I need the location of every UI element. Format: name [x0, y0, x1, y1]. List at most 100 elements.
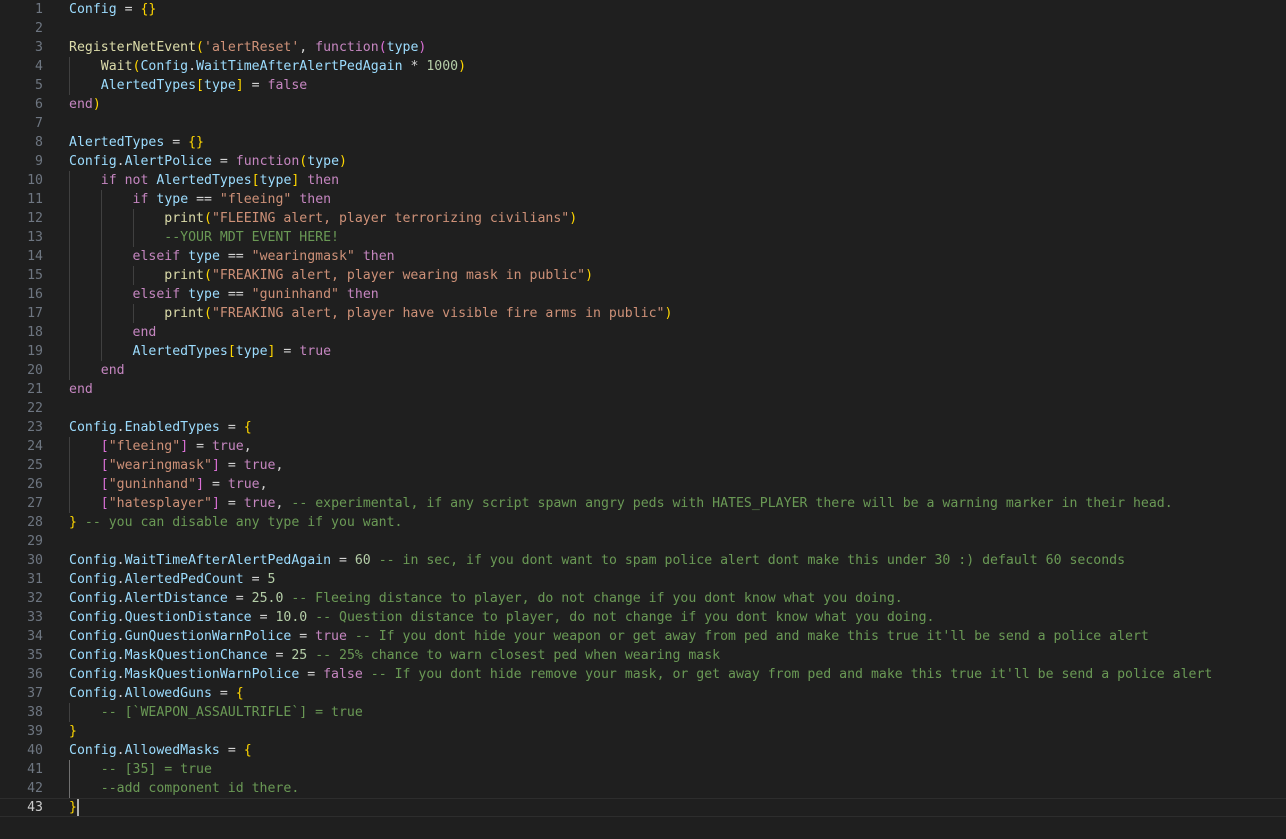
code-token: =: [219, 496, 244, 511]
indent-guide: [69, 171, 70, 380]
code-token: MaskQuestionWarnPolice: [124, 667, 300, 682]
code-line[interactable]: 22: [0, 399, 1286, 418]
line-number: 4: [35, 59, 43, 74]
code-line[interactable]: 15 print("FREAKING alert, player wearing…: [0, 266, 1286, 285]
code-line[interactable]: 36 Config.MaskQuestionWarnPolice = false …: [0, 665, 1286, 684]
code-line[interactable]: 21 end: [0, 380, 1286, 399]
code-token: Config: [69, 667, 117, 682]
line-number: 24: [27, 439, 43, 454]
code-token: .: [188, 59, 197, 74]
code-line[interactable]: 26 ["guninhand"] = true,: [0, 475, 1286, 494]
code-line[interactable]: 30 Config.WaitTimeAfterAlertPedAgain = 60…: [0, 551, 1286, 570]
code-line[interactable]: 11 if type == "fleeing" then: [0, 190, 1286, 209]
code-token: if: [132, 192, 149, 207]
code-token: .: [116, 154, 125, 169]
code-text: --YOUR MDT EVENT HERE!: [69, 228, 339, 247]
code-line[interactable]: 13 --YOUR MDT EVENT HERE!: [0, 228, 1286, 247]
code-line[interactable]: 9 Config.AlertPolice = function(type): [0, 152, 1286, 171]
code-token: .: [116, 667, 125, 682]
code-line[interactable]: 32 Config.AlertDistance = 25.0 -- Fleeing…: [0, 589, 1286, 608]
code-line[interactable]: 41 -- [35] = true: [0, 760, 1286, 779]
code-line[interactable]: 2: [0, 19, 1286, 38]
code-line[interactable]: 20 end: [0, 361, 1286, 380]
code-line[interactable]: 14 elseif type == "wearingmask" then: [0, 247, 1286, 266]
code-token: "guninhand": [251, 287, 339, 302]
code-token: "FREAKING alert, player wearing mask in …: [211, 268, 586, 283]
code-line[interactable]: 6 end): [0, 95, 1286, 114]
code-line[interactable]: 34 Config.GunQuestionWarnPolice = true --…: [0, 627, 1286, 646]
code-text: end: [69, 361, 125, 380]
code-line[interactable]: 31 Config.AlertedPedCount = 5: [0, 570, 1286, 589]
code-token: print: [164, 306, 204, 321]
code-line[interactable]: 17 print("FREAKING alert, player have vi…: [0, 304, 1286, 323]
line-number: 17: [27, 306, 43, 321]
code-token: WaitTimeAfterAlertPedAgain: [124, 553, 332, 568]
code-token: .: [116, 420, 125, 435]
code-token: --YOUR MDT EVENT HERE!: [164, 230, 339, 245]
code-token: ,: [243, 439, 252, 454]
code-line[interactable]: 40 Config.AllowedMasks = {: [0, 741, 1286, 760]
code-line[interactable]: 4 Wait(Config.WaitTimeAfterAlertPedAgain…: [0, 57, 1286, 76]
code-line[interactable]: 19 AlertedTypes[type] = true: [0, 342, 1286, 361]
code-line[interactable]: 12 print("FLEEING alert, player terroriz…: [0, 209, 1286, 228]
code-token: then: [307, 173, 340, 188]
code-text: Config.MaskQuestionChance = 25 -- 25% ch…: [69, 646, 720, 665]
code-token: type: [156, 192, 189, 207]
code-text: Config.AllowedGuns = {: [69, 684, 244, 703]
code-text: ["fleeing"] = true,: [69, 437, 252, 456]
code-line[interactable]: 25 ["wearingmask"] = true,: [0, 456, 1286, 475]
code-line[interactable]: 23 Config.EnabledTypes = {: [0, 418, 1286, 437]
line-number: 29: [27, 534, 43, 549]
code-token: =: [227, 591, 252, 606]
indent-guide: [132, 304, 134, 323]
code-line[interactable]: 28} -- you can disable any type if you w…: [0, 513, 1286, 532]
code-line[interactable]: 37 Config.AllowedGuns = {: [0, 684, 1286, 703]
code-token: QuestionDistance: [124, 610, 252, 625]
code-text: end): [69, 95, 101, 114]
code-token: ==: [188, 192, 220, 207]
code-token: ): [664, 306, 673, 321]
code-line[interactable]: 33 Config.QuestionDistance = 10.0 -- Ques…: [0, 608, 1286, 627]
code-line[interactable]: 5 AlertedTypes[type] = false: [0, 76, 1286, 95]
code-token: not: [124, 173, 149, 188]
line-number: 36: [27, 667, 43, 682]
code-token: [: [196, 78, 204, 93]
code-token: Config: [69, 629, 117, 644]
code-token: ==: [219, 249, 252, 264]
code-line[interactable]: 1 Config = {}: [0, 0, 1286, 19]
code-line[interactable]: 16 elseif type == "guninhand" then: [0, 285, 1286, 304]
code-line[interactable]: 3 RegisterNetEvent('alertReset', function…: [0, 38, 1286, 57]
line-number: 37: [27, 686, 43, 701]
line-number: 26: [27, 477, 43, 492]
code-line[interactable]: 38 -- [`WEAPON_ASSAULTRIFLE`] = true: [0, 703, 1286, 722]
code-token: -- Question distance to player, do not c…: [315, 610, 935, 625]
code-editor[interactable]: 1 Config = {} 2 3 RegisterNetEvent('alertRes…: [0, 0, 1286, 839]
code-token: true: [227, 477, 260, 492]
code-token: Config: [69, 591, 117, 606]
code-line[interactable]: 42 --add component id there.: [0, 779, 1286, 798]
code-token: GunQuestionWarnPolice: [124, 629, 292, 644]
code-line[interactable]: 39}: [0, 722, 1286, 741]
code-line[interactable]: 29: [0, 532, 1286, 551]
code-line[interactable]: 24 ["fleeing"] = true,: [0, 437, 1286, 456]
code-line[interactable]: 27 ["hatesplayer"] = true, -- experiment…: [0, 494, 1286, 513]
text-cursor: [76, 799, 79, 816]
line-number: 21: [27, 382, 43, 397]
code-token: then: [346, 287, 379, 302]
code-token: ]: [180, 439, 189, 454]
code-line[interactable]: 35 Config.MaskQuestionChance = 25 -- 25% …: [0, 646, 1286, 665]
code-token: "wearingmask": [108, 458, 212, 473]
code-line[interactable]: 7: [0, 114, 1286, 133]
line-number: 20: [27, 363, 43, 378]
code-line[interactable]: 8 AlertedTypes = {}: [0, 133, 1286, 152]
code-token: 1000: [426, 59, 459, 74]
code-line[interactable]: 18 end: [0, 323, 1286, 342]
code-token: =: [243, 78, 268, 93]
code-line[interactable]: 43}: [0, 798, 1286, 817]
code-text: ["guninhand"] = true,: [69, 475, 268, 494]
code-line[interactable]: 10 if not AlertedTypes[type] then: [0, 171, 1286, 190]
code-token: .: [116, 591, 125, 606]
code-token: 25: [291, 648, 308, 663]
